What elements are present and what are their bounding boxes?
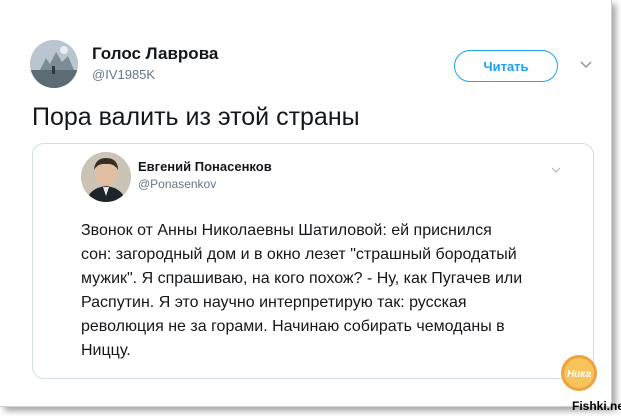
- follow-button[interactable]: Читать: [454, 50, 558, 82]
- chevron-down-icon[interactable]: [550, 163, 562, 175]
- quoted-text-line: Ниццу.: [81, 342, 131, 359]
- quoted-tweet-card[interactable]: Евгений Понасенков @Ponasenkov Звонок от…: [32, 143, 594, 379]
- author-avatar-image: [30, 40, 78, 88]
- quoted-text-line: Звонок от Анны Николаевны Шатиловой: ей …: [81, 222, 492, 239]
- watermark-badge: Ника: [560, 354, 598, 392]
- tweet-text: Пора валить из этой страны: [32, 103, 360, 131]
- author-name[interactable]: Голос Лаврова: [92, 44, 218, 64]
- quoted-author-name[interactable]: Евгений Понасенков: [138, 159, 272, 174]
- quoted-author-handle[interactable]: @Ponasenkov: [138, 177, 216, 191]
- quoted-text-line: мужик". Я спрашиваю, на кого похож? - Ну…: [81, 270, 523, 287]
- author-handle[interactable]: @IV1985K: [92, 67, 155, 82]
- quoted-text-line: Распутин. Я это научно интерпретирую так…: [81, 294, 467, 311]
- quoted-author-avatar-image: [81, 152, 131, 202]
- quoted-author-avatar[interactable]: [81, 152, 131, 202]
- watermark-site: Fishki.net: [572, 399, 621, 413]
- author-avatar[interactable]: [30, 40, 78, 88]
- tweet-screenshot: Голос Лаврова @IV1985K Читать Пора валит…: [0, 0, 612, 407]
- quoted-tweet-text: Звонок от Анны Николаевны Шатиловой: ей …: [81, 219, 551, 363]
- chevron-down-icon[interactable]: [578, 56, 594, 72]
- quoted-text-line: революция не за горами. Начинаю собирать…: [81, 318, 505, 335]
- quoted-text-line: сон: загородный дом и в окно лезет "стра…: [81, 246, 517, 263]
- watermark-badge-text: Ника: [567, 369, 592, 380]
